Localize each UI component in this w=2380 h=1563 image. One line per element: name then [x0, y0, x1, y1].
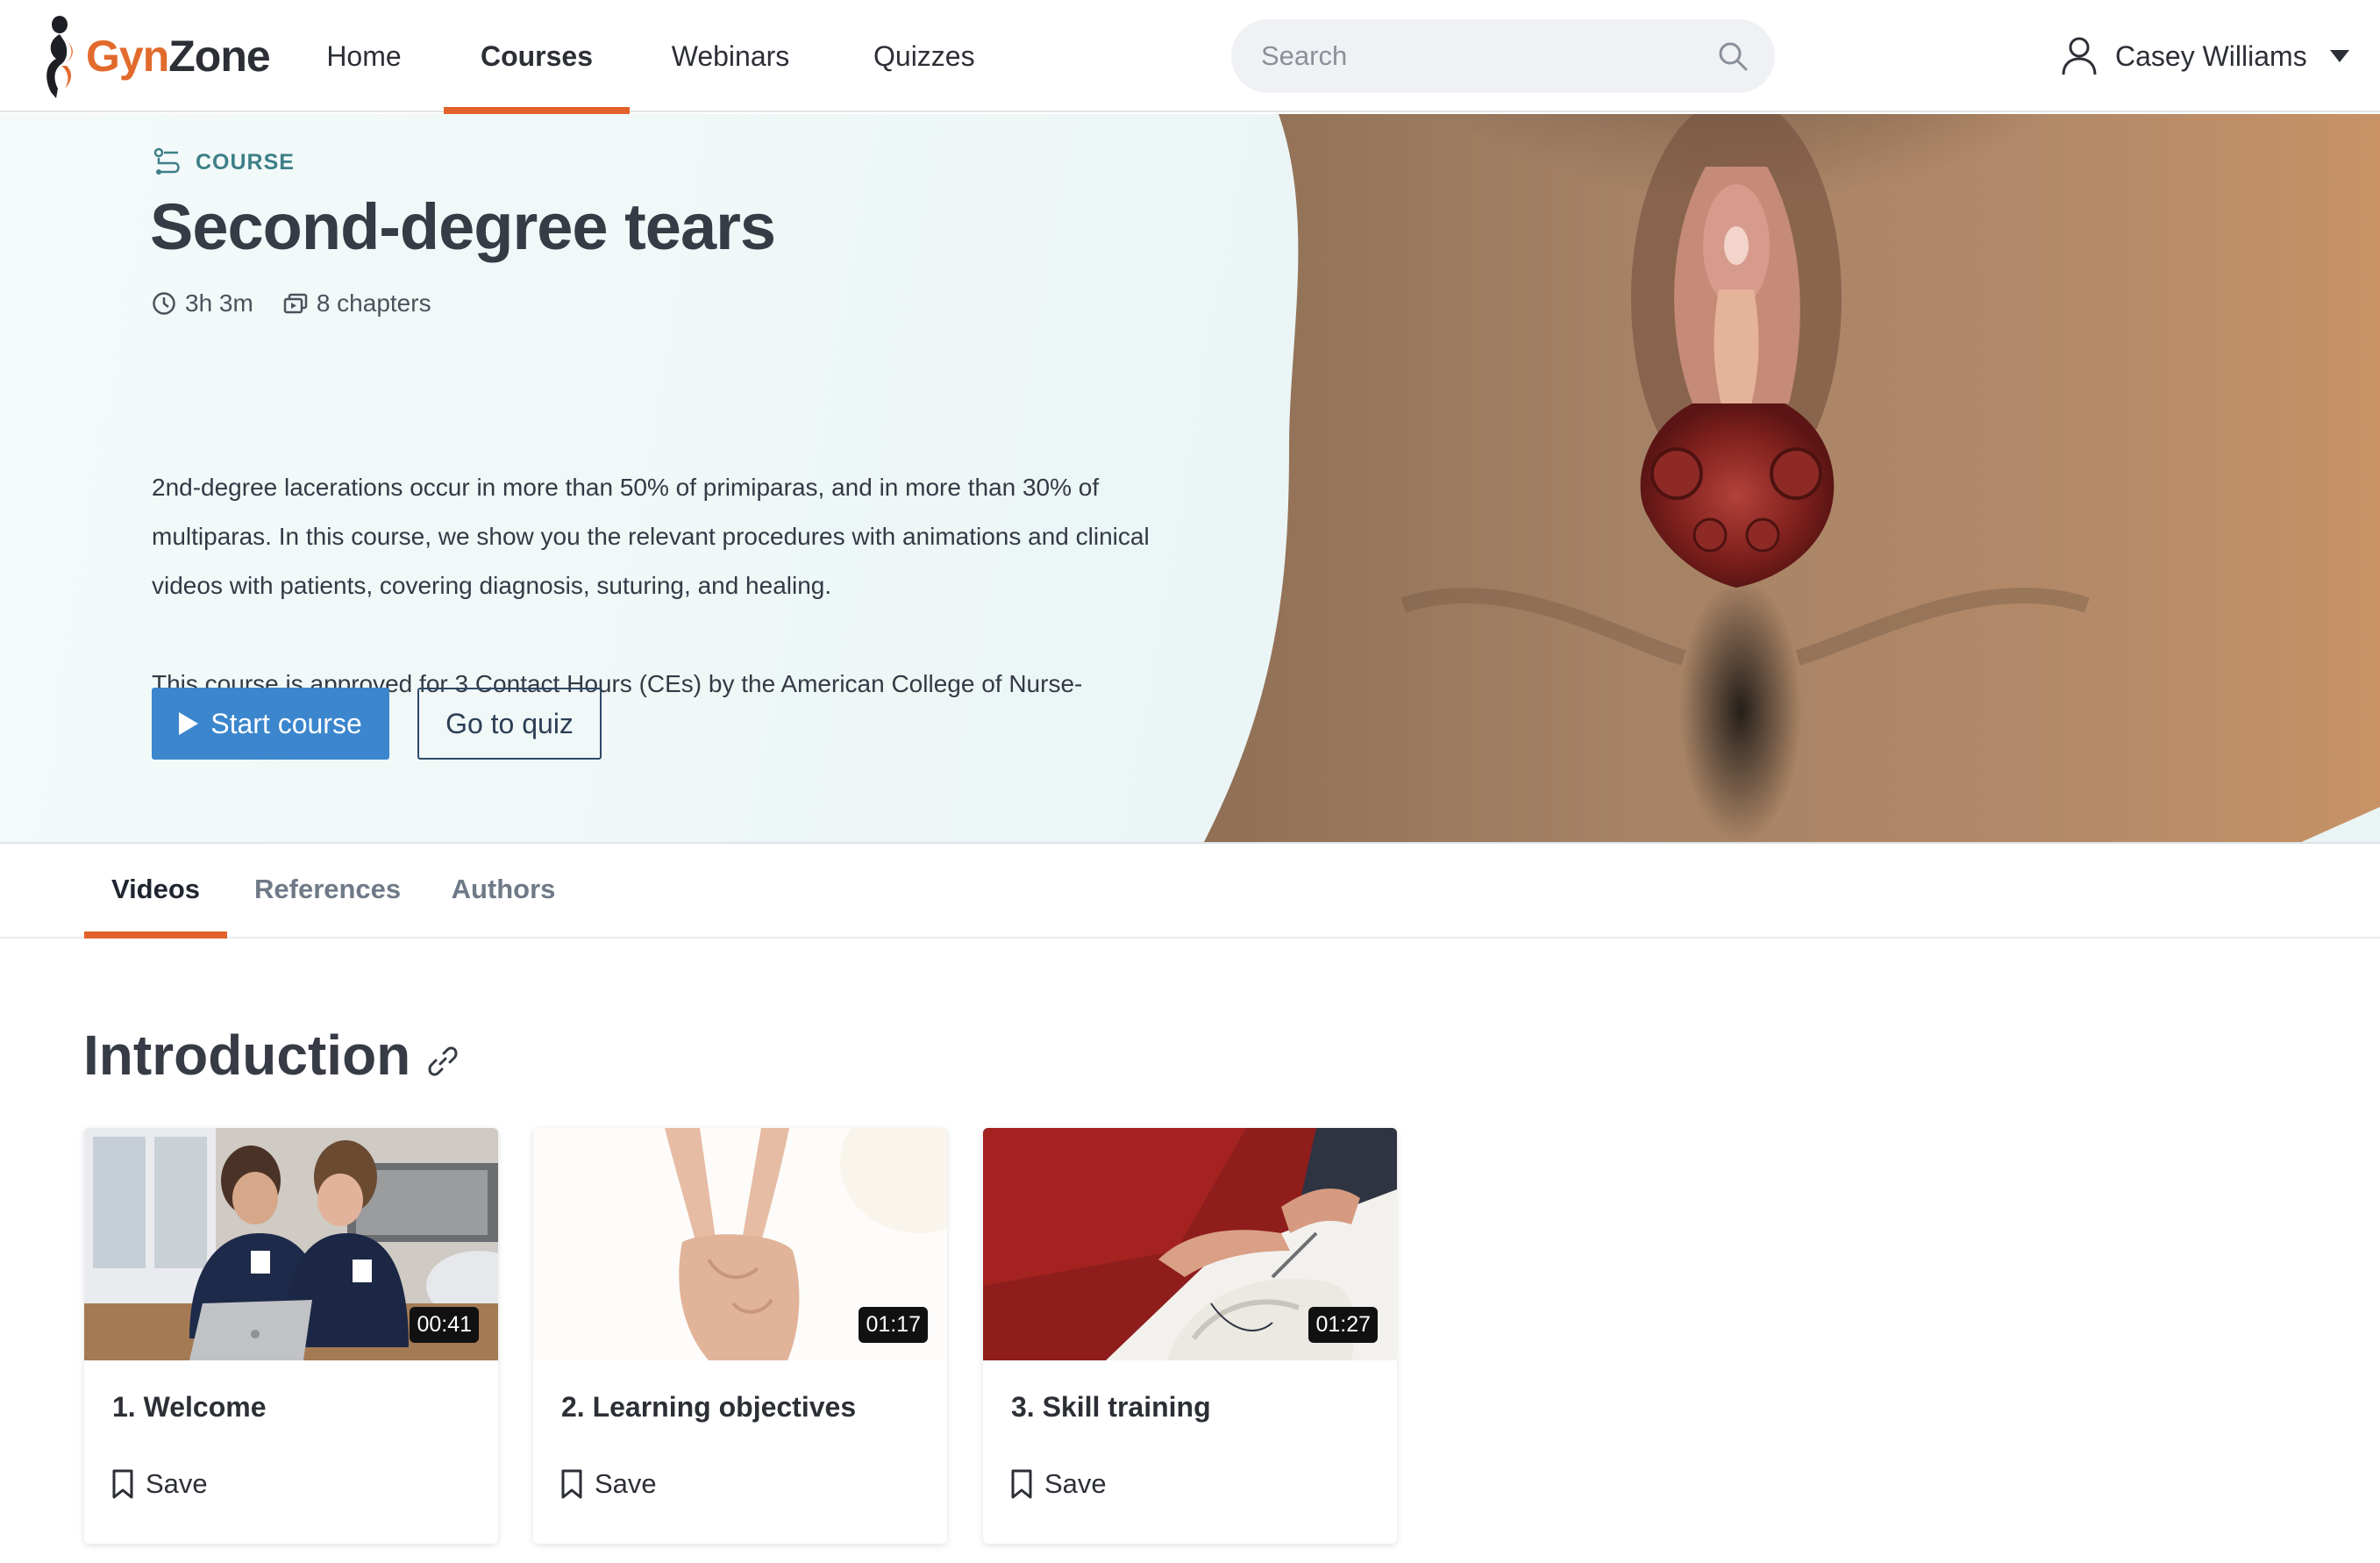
- video-title[interactable]: 2. Learning objectives: [561, 1391, 856, 1424]
- clock-icon: [153, 292, 175, 315]
- video-duration: 00:41: [410, 1307, 479, 1343]
- top-navbar: GynZone Home Courses Webinars Quizzes Ca…: [0, 0, 2380, 114]
- nav-home[interactable]: Home: [326, 0, 402, 112]
- video-thumbnail[interactable]: 00:41: [84, 1128, 498, 1360]
- video-card[interactable]: 01:17 2. Learning objectives Save: [533, 1128, 947, 1544]
- save-button[interactable]: Save: [1011, 1468, 1107, 1500]
- course-duration: 3h 3m: [152, 289, 253, 318]
- start-course-button[interactable]: Start course: [152, 688, 389, 760]
- course-title: Second-degree tears: [150, 190, 776, 263]
- video-card[interactable]: 00:41 1. Welcome Save: [84, 1128, 498, 1544]
- tab-authors[interactable]: Authors: [451, 846, 556, 939]
- bookmark-icon: [561, 1469, 582, 1499]
- video-title[interactable]: 3. Skill training: [1011, 1391, 1211, 1424]
- course-kicker: COURSE: [152, 146, 295, 179]
- video-title[interactable]: 1. Welcome: [112, 1391, 266, 1424]
- play-icon: [179, 712, 199, 735]
- video-duration: 01:27: [1308, 1307, 1378, 1343]
- course-meta: 3h 3m 8 chapters: [152, 289, 431, 318]
- nav-webinars[interactable]: Webinars: [670, 0, 791, 112]
- logo-mark-icon: [46, 16, 73, 98]
- bookmark-icon: [1011, 1469, 1032, 1499]
- logo-wordmark: GynZone: [86, 32, 271, 81]
- save-button[interactable]: Save: [561, 1468, 657, 1500]
- user-icon: [2062, 37, 2097, 75]
- caret-down-icon: [2329, 50, 2349, 62]
- bookmark-icon: [112, 1469, 133, 1499]
- video-thumbnail[interactable]: 01:17: [533, 1128, 947, 1360]
- user-name: Casey Williams: [2115, 39, 2307, 72]
- link-icon[interactable]: [426, 1045, 460, 1078]
- search-box: [1231, 19, 1775, 93]
- course-icon: [153, 147, 180, 175]
- chapters-icon: [283, 293, 308, 314]
- video-card[interactable]: 01:27 3. Skill training Save: [983, 1128, 1397, 1544]
- content-tabs: Videos References Authors: [0, 846, 2380, 939]
- description-paragraph: 2nd-degree lacerations occur in more tha…: [152, 474, 1150, 599]
- search-input[interactable]: [1261, 19, 1699, 93]
- video-duration: 01:17: [859, 1307, 928, 1343]
- tab-videos[interactable]: Videos: [84, 846, 227, 939]
- search-icon[interactable]: [1717, 40, 1749, 72]
- nav-courses[interactable]: Courses: [444, 0, 630, 114]
- save-button[interactable]: Save: [112, 1468, 208, 1500]
- nav-quizzes[interactable]: Quizzes: [873, 0, 975, 112]
- gynzone-logo[interactable]: GynZone: [39, 12, 271, 100]
- section-title: Introduction: [83, 1023, 460, 1088]
- course-chapters: 8 chapters: [283, 289, 431, 318]
- video-thumbnail[interactable]: 01:27: [983, 1128, 1397, 1360]
- go-to-quiz-button[interactable]: Go to quiz: [417, 688, 602, 760]
- user-menu[interactable]: Casey Williams: [2061, 0, 2349, 112]
- tab-references[interactable]: References: [254, 846, 401, 939]
